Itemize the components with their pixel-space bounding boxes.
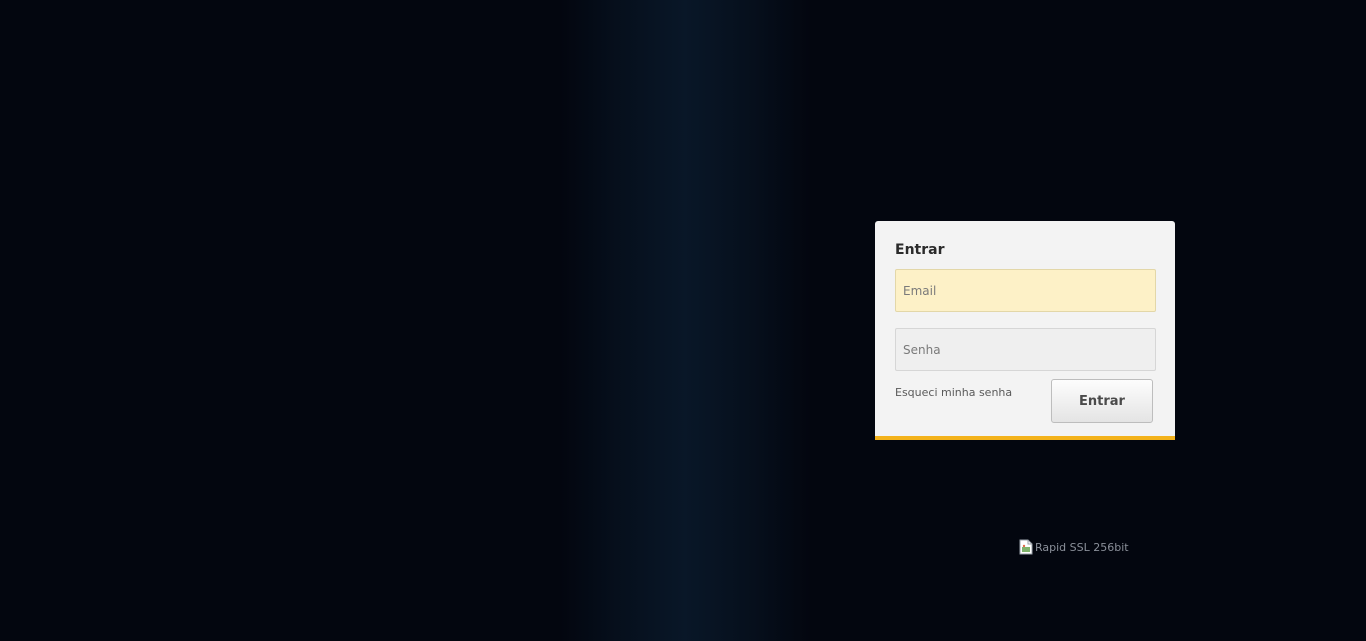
login-title: Entrar bbox=[895, 242, 945, 258]
email-input[interactable] bbox=[895, 269, 1156, 312]
password-input[interactable] bbox=[895, 328, 1156, 371]
login-card: Entrar Esqueci minha senha Entrar bbox=[875, 221, 1175, 440]
ssl-badge: Rapid SSL 256bit bbox=[1019, 539, 1129, 555]
broken-image-icon bbox=[1019, 539, 1033, 555]
background-light-column bbox=[560, 0, 810, 641]
forgot-password-link[interactable]: Esqueci minha senha bbox=[895, 386, 1012, 399]
ssl-badge-alt-text: Rapid SSL 256bit bbox=[1035, 540, 1129, 554]
login-submit-button[interactable]: Entrar bbox=[1051, 379, 1153, 423]
